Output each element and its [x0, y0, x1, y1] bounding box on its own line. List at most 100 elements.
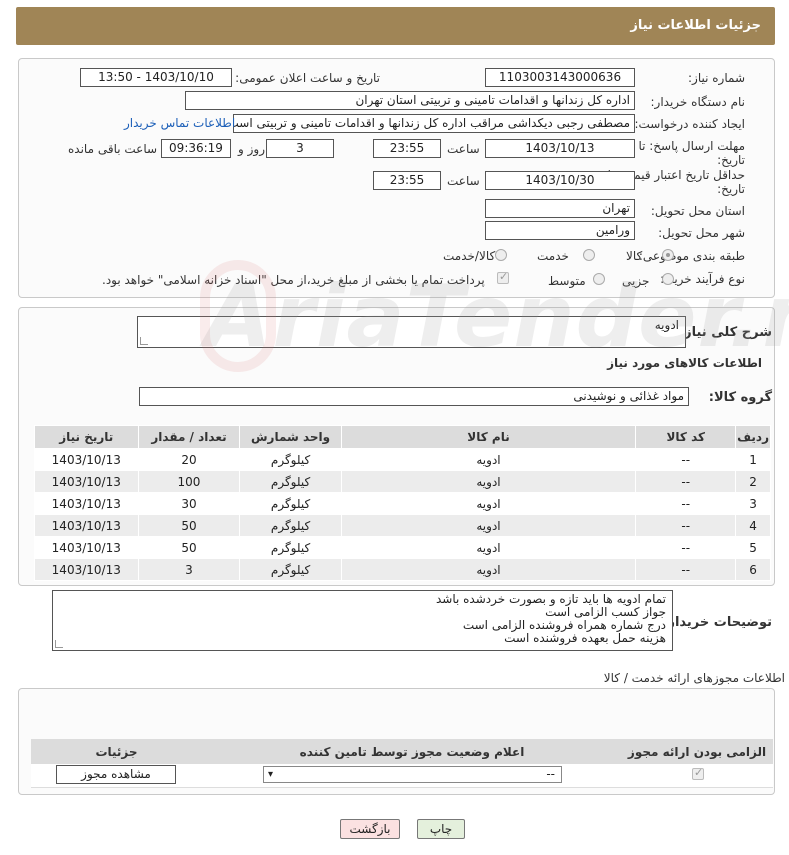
announce-label: تاریخ و ساعت اعلان عمومی:	[235, 71, 380, 85]
permit-required-checkbox[interactable]	[692, 766, 704, 780]
item-name: ادویه	[340, 536, 637, 559]
city-label: شهر محل تحویل:	[658, 226, 745, 240]
col-name: نام کالا	[340, 425, 637, 449]
validity-time-label: ساعت	[447, 174, 480, 188]
item-unit: کیلوگرم	[239, 536, 342, 559]
item-name: ادویه	[340, 514, 637, 537]
permit-required-header: الزامی بودن ارائه مجوز	[627, 745, 767, 759]
buyer-notes-label: توضیحات خریدار:	[662, 615, 772, 630]
deadline-time-field: 23:55	[373, 139, 441, 158]
buyer-notes-field: تمام ادویه ها باید تازه و بصورت خردشده ب…	[52, 590, 673, 651]
remaining-time-field: 09:36:19	[161, 139, 231, 158]
category-label: طبقه بندی موضوعی:	[638, 249, 745, 263]
validity-date-field: 1403/10/30	[485, 171, 635, 190]
item-date: 1403/10/13	[34, 448, 139, 471]
summary-label: شرح کلی نیاز:	[678, 325, 772, 340]
need-number-field: 1103003143000636	[485, 68, 635, 87]
item-date: 1403/10/13	[34, 492, 139, 515]
row-number: 5	[735, 536, 771, 559]
item-code: --	[635, 536, 737, 559]
table-row: 4 -- ادویه کیلوگرم 50 1403/10/13	[34, 514, 771, 537]
view-permit-button[interactable]: مشاهده مجوز	[56, 765, 176, 784]
chevron-down-icon: ▾	[268, 769, 274, 780]
creator-label: ایجاد کننده درخواست:	[634, 117, 745, 131]
deadline-date-field: 1403/10/13	[485, 139, 635, 158]
goods-info-title: اطلاعات کالاهای مورد نیاز	[607, 356, 762, 370]
category-radio-service[interactable]	[583, 249, 595, 261]
item-name: ادویه	[340, 470, 637, 493]
item-qty: 30	[137, 492, 241, 515]
payment-note: پرداخت تمام یا بخشی از مبلغ خرید،از محل …	[102, 273, 485, 287]
print-button[interactable]: چاپ	[417, 819, 465, 839]
city-field: ورامین	[485, 221, 635, 240]
item-unit: کیلوگرم	[239, 514, 342, 537]
table-row: 6 -- ادویه کیلوگرم 3 1403/10/13	[34, 558, 771, 581]
category-option-goods: کالا	[626, 249, 643, 263]
item-unit: کیلوگرم	[239, 470, 342, 493]
row-number: 3	[735, 492, 771, 515]
item-date: 1403/10/13	[34, 514, 139, 537]
days-label: روز و	[238, 142, 265, 156]
need-number-label: شماره نیاز:	[688, 71, 745, 85]
permit-status-header: اعلام وضعیت مجوز توسط تامین کننده	[299, 745, 525, 759]
item-code: --	[635, 492, 737, 515]
item-unit: کیلوگرم	[239, 492, 342, 515]
table-row: 3 -- ادویه کیلوگرم 30 1403/10/13	[34, 492, 771, 515]
category-option-service: خدمت	[537, 249, 569, 263]
goods-group-field: مواد غذائی و نوشیدنی	[139, 387, 689, 406]
row-number: 6	[735, 558, 771, 581]
col-code: کد کالا	[635, 425, 737, 449]
table-row: 1 -- ادویه کیلوگرم 20 1403/10/13	[34, 448, 771, 471]
col-row: ردیف	[735, 425, 771, 449]
deadline-time-label: ساعت	[447, 142, 480, 156]
purchase-radio-minor[interactable]	[662, 273, 674, 285]
permit-details-header: جزئیات	[95, 745, 138, 759]
col-date: تاریخ نیاز	[34, 425, 139, 449]
purchase-radio-medium[interactable]	[593, 273, 605, 285]
item-date: 1403/10/13	[34, 558, 139, 581]
item-unit: کیلوگرم	[239, 558, 342, 581]
row-number: 4	[735, 514, 771, 537]
buyer-org-field: اداره کل زندانها و اقدامات تامینی و تربی…	[185, 91, 635, 110]
back-button[interactable]: بازگشت	[340, 819, 400, 839]
item-date: 1403/10/13	[34, 470, 139, 493]
buyer-contact-link[interactable]: اطلاعات تماس خریدار	[124, 116, 235, 130]
buyer-note-line: هزینه حمل بعهده فروشنده است	[504, 631, 666, 645]
item-qty: 20	[137, 448, 241, 471]
days-field: 3	[266, 139, 334, 158]
validity-label-date: تاریخ:	[717, 182, 745, 196]
item-qty: 3	[137, 558, 241, 581]
purchase-option-minor: جزیی	[622, 274, 650, 288]
col-qty: تعداد / مقدار	[137, 425, 241, 449]
buyer-org-label: نام دستگاه خریدار:	[650, 95, 746, 109]
item-unit: کیلوگرم	[239, 448, 342, 471]
remaining-label: ساعت باقی مانده	[68, 142, 158, 156]
validity-time-field: 23:55	[373, 171, 441, 190]
item-name: ادویه	[340, 448, 637, 471]
goods-table: ردیف کد کالا نام کالا واحد شمارش تعداد /…	[34, 425, 771, 581]
row-number: 2	[735, 470, 771, 493]
province-label: استان محل تحویل:	[650, 204, 745, 218]
announce-field: 1403/10/10 - 13:50	[80, 68, 232, 87]
item-code: --	[635, 448, 737, 471]
deadline-label-date: تاریخ:	[717, 153, 745, 167]
category-radio-goods[interactable]	[662, 249, 674, 261]
item-date: 1403/10/13	[34, 536, 139, 559]
item-name: ادویه	[340, 492, 637, 515]
item-qty: 50	[137, 514, 241, 537]
table-row: 2 -- ادویه کیلوگرم 100 1403/10/13	[34, 470, 771, 493]
purchase-option-medium: متوسط	[548, 274, 586, 288]
table-row: 5 -- ادویه کیلوگرم 50 1403/10/13	[34, 536, 771, 559]
category-option-both: کالا/خدمت	[443, 249, 496, 263]
permit-status-select[interactable]: -- ▾	[263, 766, 562, 783]
category-radio-both[interactable]	[495, 249, 507, 261]
item-code: --	[635, 470, 737, 493]
item-name: ادویه	[340, 558, 637, 581]
treasury-checkbox[interactable]	[497, 270, 509, 284]
goods-table-header: ردیف کد کالا نام کالا واحد شمارش تعداد /…	[34, 425, 771, 449]
deadline-label: مهلت ارسال پاسخ: تا	[638, 139, 745, 153]
row-number: 1	[735, 448, 771, 471]
item-qty: 50	[137, 536, 241, 559]
item-code: --	[635, 558, 737, 581]
item-qty: 100	[137, 470, 241, 493]
